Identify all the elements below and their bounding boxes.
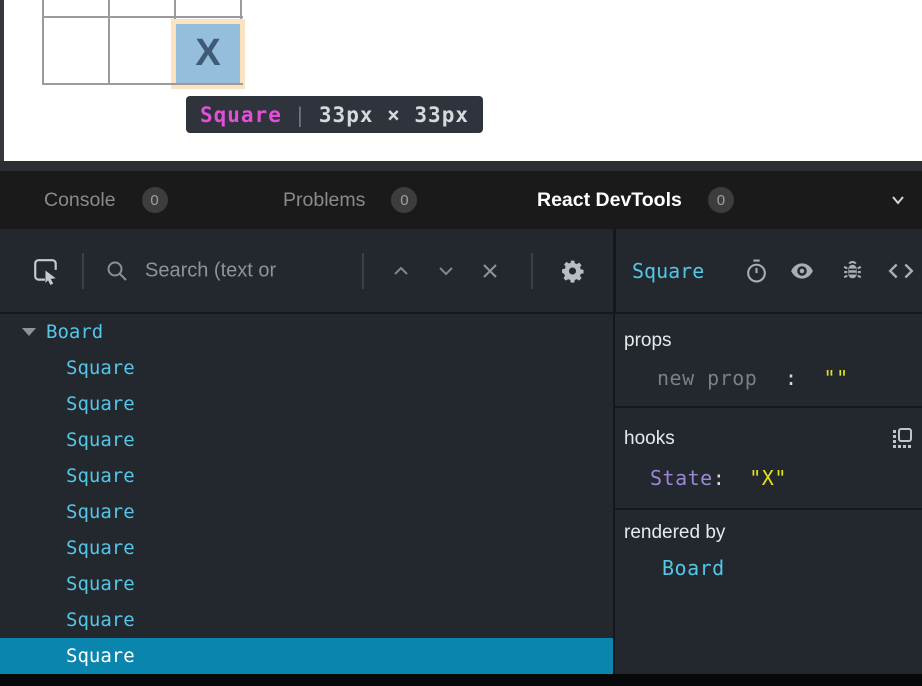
board-gridline <box>42 0 44 85</box>
tab-react-devtools[interactable]: React DevTools 0 <box>537 171 734 229</box>
tab-console[interactable]: Console 0 <box>44 171 168 229</box>
next-result-icon[interactable] <box>435 260 457 282</box>
tooltip-dimensions: 33px × 33px <box>319 103 469 127</box>
inspect-element-icon[interactable] <box>32 257 60 285</box>
clear-search-icon[interactable] <box>479 260 501 282</box>
rendered-by-section: rendered by Board <box>615 510 922 674</box>
state-hook-label: State <box>650 466 713 490</box>
board-gridline <box>108 0 110 85</box>
tree-item-label: Square <box>66 573 135 595</box>
colon: : <box>785 366 798 390</box>
tree-item-square[interactable]: Square <box>0 566 613 602</box>
tree-item-square[interactable]: Square <box>0 602 613 638</box>
tooltip-separator: | <box>294 103 307 127</box>
prop-value[interactable]: "" <box>824 366 849 390</box>
devtools-window: X Square | 33px × 33px Console 0 Problem… <box>0 0 922 686</box>
view-dom-eye-icon[interactable] <box>789 258 815 284</box>
tree-item-square[interactable]: Square <box>0 350 613 386</box>
rendered-by-owner-link[interactable]: Board <box>662 556 725 580</box>
tree-item-label: Square <box>66 537 135 559</box>
tab-label: Console <box>44 189 116 212</box>
tree-item-square[interactable]: Square <box>0 458 613 494</box>
inspected-page: X Square | 33px × 33px <box>0 0 922 161</box>
tree-item-label: Square <box>66 501 135 523</box>
tree-item-label: Square <box>66 465 135 487</box>
debug-bug-icon[interactable] <box>840 258 865 283</box>
tree-item-label: Square <box>66 393 135 415</box>
components-tree: Board Square Square Square Square Square… <box>0 314 613 674</box>
hooks-section: hooks State: "X" <box>615 408 922 508</box>
search-icon <box>105 259 129 283</box>
new-prop-input[interactable] <box>657 366 761 390</box>
state-hook-value[interactable]: "X" <box>749 466 787 490</box>
react-devtools-toolbar: Square <box>0 229 922 312</box>
tree-item-board[interactable]: Board <box>0 314 613 350</box>
tree-item-square[interactable]: Square <box>0 530 613 566</box>
expand-arrow-icon[interactable] <box>22 328 36 336</box>
parse-hook-names-icon[interactable] <box>890 426 914 450</box>
square-cell[interactable]: X <box>176 24 240 83</box>
inspect-tooltip: Square | 33px × 33px <box>186 96 483 133</box>
tree-item-square[interactable]: Square <box>0 422 613 458</box>
tree-item-square[interactable]: Square <box>0 494 613 530</box>
window-edge <box>0 0 4 161</box>
tree-item-label: Square <box>66 357 135 379</box>
previous-result-icon[interactable] <box>390 260 412 282</box>
hooks-heading: hooks <box>624 428 675 450</box>
tree-item-label: Board <box>46 321 103 343</box>
rendered-by-heading: rendered by <box>624 522 725 544</box>
tooltip-component-name: Square <box>200 103 282 127</box>
board-gridline <box>42 16 243 18</box>
settings-gear-icon[interactable] <box>560 258 585 283</box>
tree-item-square-selected[interactable]: Square <box>0 638 613 674</box>
devtools-bottom-edge <box>0 674 922 686</box>
props-heading: props <box>624 330 672 352</box>
props-section: props : "" <box>615 314 922 406</box>
toolbar-divider <box>82 253 84 289</box>
tab-count-badge: 0 <box>708 187 734 213</box>
view-source-code-icon[interactable] <box>888 258 914 284</box>
search-input[interactable] <box>143 258 357 283</box>
tree-item-label: Square <box>66 645 135 667</box>
chevron-down-icon[interactable] <box>888 190 908 210</box>
tab-problems[interactable]: Problems 0 <box>283 171 417 229</box>
square-mark: X <box>195 32 220 75</box>
tree-item-label: Square <box>66 609 135 631</box>
devtools-tabbar: Console 0 Problems 0 React DevTools 0 <box>0 171 922 229</box>
tab-label: React DevTools <box>537 189 682 212</box>
tab-count-badge: 0 <box>142 187 168 213</box>
toolbar-divider <box>362 253 364 289</box>
tree-item-square[interactable]: Square <box>0 386 613 422</box>
toolbar-divider <box>531 253 533 289</box>
tab-count-badge: 0 <box>391 187 417 213</box>
board-gridline <box>42 83 243 85</box>
profiler-timer-icon[interactable] <box>744 258 769 283</box>
devtools-top-edge <box>0 161 922 171</box>
tab-label: Problems <box>283 189 365 212</box>
colon: : <box>713 466 726 490</box>
tree-item-label: Square <box>66 429 135 451</box>
selected-component-name: Square <box>632 259 704 283</box>
